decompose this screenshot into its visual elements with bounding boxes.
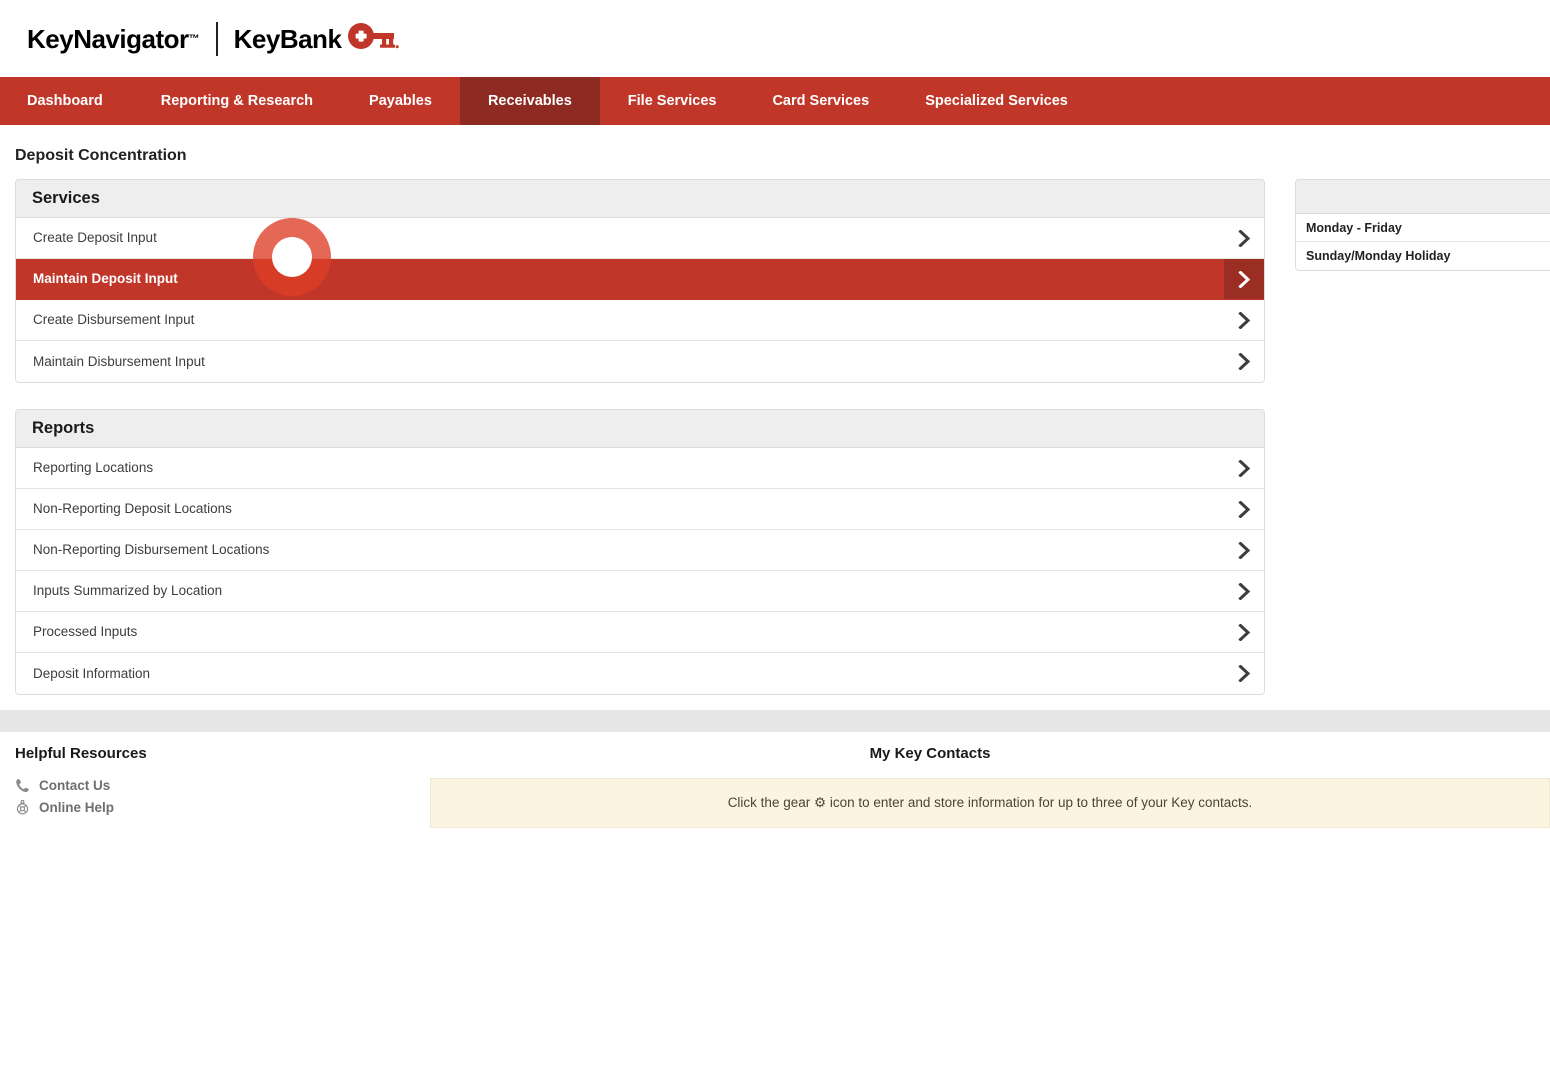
report-item-inputs-summarized-by-location[interactable]: Inputs Summarized by Location bbox=[16, 571, 1264, 612]
reports-panel: Reports Reporting Locations Non-Reportin… bbox=[15, 409, 1265, 695]
nav-item-specialized-services[interactable]: Specialized Services bbox=[897, 77, 1096, 125]
nav-item-reporting-research[interactable]: Reporting & Research bbox=[133, 77, 341, 125]
footer-link-label: Online Help bbox=[39, 800, 114, 815]
report-item-label: Non-Reporting Disbursement Locations bbox=[33, 543, 269, 557]
report-item-reporting-locations[interactable]: Reporting Locations bbox=[16, 448, 1264, 489]
footer-link-online-help[interactable]: Online Help bbox=[15, 800, 430, 815]
logo-keynavigator-text: KeyNavigator bbox=[27, 26, 189, 52]
page-body: Deposit Concentration Services Create De… bbox=[0, 125, 1550, 721]
trademark-symbol: ™ bbox=[189, 33, 200, 45]
report-item-label: Inputs Summarized by Location bbox=[33, 584, 222, 598]
services-panel-heading: Services bbox=[16, 180, 1264, 218]
content-wrapper: Services Create Deposit Input Maintain D… bbox=[0, 179, 1550, 721]
main-navigation: Dashboard Reporting & Research Payables … bbox=[0, 77, 1550, 125]
my-key-contacts-message: Click the gear ⚙ icon to enter and store… bbox=[728, 795, 1253, 810]
services-panel: Services Create Deposit Input Maintain D… bbox=[15, 179, 1265, 383]
page-title: Deposit Concentration bbox=[0, 125, 1550, 179]
brand-header: KeyNavigator™ KeyBank bbox=[0, 0, 1550, 77]
my-key-contacts-section: My Key Contacts Click the gear ⚙ icon to… bbox=[430, 732, 1550, 828]
schedule-row-label: Sunday/Monday Holiday bbox=[1306, 249, 1450, 263]
report-item-label: Reporting Locations bbox=[33, 461, 153, 475]
service-item-maintain-deposit-input[interactable]: Maintain Deposit Input bbox=[16, 259, 1264, 300]
report-item-deposit-information[interactable]: Deposit Information bbox=[16, 653, 1264, 694]
service-item-label: Maintain Deposit Input bbox=[33, 272, 178, 286]
service-item-create-disbursement-input[interactable]: Create Disbursement Input bbox=[16, 300, 1264, 341]
helpful-resources-section: Helpful Resources Contact Us bbox=[0, 732, 430, 822]
report-item-non-reporting-deposit-locations[interactable]: Non-Reporting Deposit Locations bbox=[16, 489, 1264, 530]
chevron-right-icon[interactable] bbox=[1224, 448, 1264, 488]
report-item-label: Non-Reporting Deposit Locations bbox=[33, 502, 232, 516]
chevron-right-icon[interactable] bbox=[1224, 653, 1264, 694]
my-key-contacts-title: My Key Contacts bbox=[430, 745, 1430, 762]
chevron-right-icon[interactable] bbox=[1224, 341, 1264, 382]
service-item-label: Create Deposit Input bbox=[33, 231, 157, 245]
right-column: Monday - Friday Sunday/Monday Holiday bbox=[1295, 179, 1550, 297]
logo-divider bbox=[216, 22, 218, 56]
chevron-right-icon[interactable] bbox=[1224, 612, 1264, 652]
chevron-right-icon[interactable] bbox=[1224, 300, 1264, 340]
reports-panel-heading: Reports bbox=[16, 410, 1264, 448]
nav-item-receivables[interactable]: Receivables bbox=[460, 77, 600, 125]
page-footer: Helpful Resources Contact Us bbox=[0, 732, 1550, 828]
schedule-panel-heading bbox=[1296, 180, 1550, 214]
logo-keybank-text: KeyBank bbox=[234, 26, 342, 52]
report-item-processed-inputs[interactable]: Processed Inputs bbox=[16, 612, 1264, 653]
report-item-label: Processed Inputs bbox=[33, 625, 137, 639]
service-item-maintain-disbursement-input[interactable]: Maintain Disbursement Input bbox=[16, 341, 1264, 382]
key-icon bbox=[347, 22, 399, 55]
nav-item-file-services[interactable]: File Services bbox=[600, 77, 745, 125]
schedule-row-sunday-monday-holiday: Sunday/Monday Holiday bbox=[1296, 242, 1550, 270]
report-item-non-reporting-disbursement-locations[interactable]: Non-Reporting Disbursement Locations bbox=[16, 530, 1264, 571]
report-item-label: Deposit Information bbox=[33, 667, 150, 681]
nav-item-dashboard[interactable]: Dashboard bbox=[0, 77, 133, 125]
schedule-row-monday-friday: Monday - Friday bbox=[1296, 214, 1550, 242]
chevron-right-icon[interactable] bbox=[1224, 218, 1264, 258]
service-item-label: Maintain Disbursement Input bbox=[33, 355, 205, 369]
logo[interactable]: KeyNavigator™ KeyBank bbox=[27, 22, 399, 56]
chevron-right-icon[interactable] bbox=[1224, 530, 1264, 570]
schedule-row-label: Monday - Friday bbox=[1306, 221, 1402, 235]
chevron-right-icon[interactable] bbox=[1224, 489, 1264, 529]
my-key-contacts-message-box: Click the gear ⚙ icon to enter and store… bbox=[430, 778, 1550, 828]
service-item-label: Create Disbursement Input bbox=[33, 313, 194, 327]
service-item-create-deposit-input[interactable]: Create Deposit Input bbox=[16, 218, 1264, 259]
nav-item-payables[interactable]: Payables bbox=[341, 77, 460, 125]
phone-icon bbox=[15, 778, 30, 793]
footer-separator-band bbox=[0, 710, 1550, 732]
footer-link-contact-us[interactable]: Contact Us bbox=[15, 778, 430, 793]
footer-link-label: Contact Us bbox=[39, 778, 110, 793]
lifebuoy-icon bbox=[15, 800, 30, 815]
left-column: Services Create Deposit Input Maintain D… bbox=[15, 179, 1265, 721]
chevron-right-icon[interactable] bbox=[1224, 571, 1264, 611]
chevron-right-icon[interactable] bbox=[1224, 259, 1264, 299]
schedule-panel: Monday - Friday Sunday/Monday Holiday bbox=[1295, 179, 1550, 271]
nav-item-card-services[interactable]: Card Services bbox=[744, 77, 897, 125]
helpful-resources-title: Helpful Resources bbox=[15, 745, 430, 762]
